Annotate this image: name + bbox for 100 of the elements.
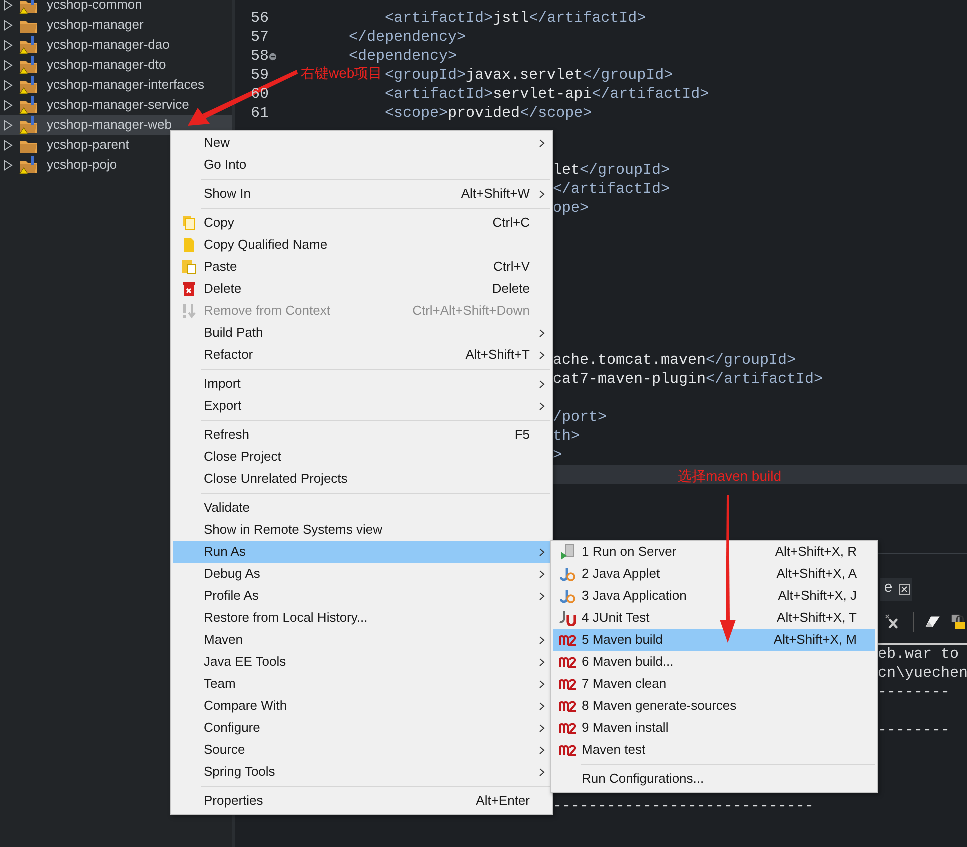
shortcut-text: Alt+Shift+T — [466, 346, 530, 364]
menu-item[interactable]: Show in Remote Systems view — [173, 519, 550, 541]
tree-item[interactable]: ycshop-manager — [0, 15, 232, 35]
console-tab[interactable]: e — [880, 578, 912, 601]
shortcut-text: Delete — [492, 280, 530, 298]
expander-icon[interactable] — [4, 140, 13, 150]
menu-item[interactable]: Import — [173, 373, 550, 395]
shortcut-text: Ctrl+C — [492, 214, 530, 232]
menu-item[interactable]: Configure — [173, 717, 550, 739]
expander-icon[interactable] — [4, 60, 13, 70]
expander-icon[interactable] — [4, 20, 13, 30]
menu-item[interactable]: 6 Maven build... — [553, 651, 875, 673]
shortcut-text: Ctrl+Alt+Shift+Down — [412, 302, 530, 320]
line-number: 57 — [250, 28, 269, 47]
code-line: /port> — [553, 408, 608, 427]
menu-item[interactable]: Build Path — [173, 322, 550, 344]
menu-item[interactable]: Close Project — [173, 446, 550, 468]
expander-icon[interactable] — [4, 40, 13, 50]
menu-item[interactable]: 4 JUnit Test Alt+Shift+X, T — [553, 607, 875, 629]
code-line: th> — [553, 427, 580, 446]
line-number: 60 — [250, 85, 269, 104]
close-icon[interactable] — [899, 584, 910, 595]
code-line: ache.tomcat.maven</groupId> — [553, 351, 796, 370]
menu-item[interactable]: Run As — [173, 541, 550, 563]
menu-item[interactable]: Copy Qualified Name — [173, 234, 550, 256]
menu-item[interactable]: Profile As — [173, 585, 550, 607]
shortcut-text: Alt+Shift+X, J — [778, 587, 857, 606]
menu-item[interactable]: 8 Maven generate-sources — [553, 695, 875, 717]
menu-item[interactable]: Refactor Alt+Shift+T — [173, 344, 550, 366]
menu-item[interactable]: Paste Ctrl+V — [173, 256, 550, 278]
maven-icon — [558, 656, 576, 668]
menu-item[interactable]: Show In Alt+Shift+W — [173, 183, 550, 205]
maven-icon — [558, 634, 576, 646]
menu-item[interactable]: Properties Alt+Enter — [173, 790, 550, 812]
menu-item[interactable]: 9 Maven install — [553, 717, 875, 739]
code-line: </dependency> — [349, 28, 466, 47]
menu-item[interactable]: 3 Java Application Alt+Shift+X, J — [553, 585, 875, 607]
code-line: cat7-maven-plugin</artifactId> — [553, 370, 824, 389]
menu-item[interactable]: Source — [173, 739, 550, 761]
maven-icon — [558, 700, 576, 712]
code-line: let</groupId> — [553, 161, 670, 180]
shortcut-text: Alt+Shift+X, A — [776, 565, 857, 584]
scroll-lock-icon[interactable] — [951, 613, 967, 631]
console-text: ----------------------------- — [553, 798, 814, 815]
code-line: <dependency> — [349, 47, 458, 66]
expander-icon[interactable] — [4, 100, 13, 110]
expander-icon[interactable] — [4, 80, 13, 90]
shortcut-text: F5 — [514, 426, 530, 444]
shortcut-text: Alt+Shift+X, M — [774, 631, 857, 650]
menu-item[interactable]: Java EE Tools — [173, 651, 550, 673]
java-icon — [560, 566, 576, 582]
maven-icon — [558, 678, 576, 690]
code-line: <scope>provided</scope> — [385, 104, 592, 123]
tree-item[interactable]: ycshop-common — [0, 0, 232, 15]
menu-item[interactable]: Run Configurations... — [553, 768, 875, 790]
menu-item[interactable]: Delete Delete — [173, 278, 550, 300]
tree-item[interactable]: ycshop-manager-interfaces — [0, 75, 232, 95]
menu-item[interactable]: Refresh F5 — [173, 424, 550, 446]
copy-icon — [182, 215, 196, 231]
paste-icon — [180, 259, 196, 275]
shortcut-text: Alt+Shift+X, R — [775, 543, 857, 562]
menu-item[interactable]: Validate — [173, 497, 550, 519]
console-text: -------- — [878, 722, 950, 739]
tree-item[interactable]: ycshop-manager-dao — [0, 35, 232, 55]
code-line: ope> — [553, 199, 590, 218]
menu-item[interactable]: Close Unrelated Projects — [173, 468, 550, 490]
server-icon — [560, 544, 576, 560]
code-line: <artifactId>jstl</artifactId> — [385, 9, 646, 28]
menu-item[interactable]: Go Into — [173, 154, 550, 176]
menu-item[interactable]: 2 Java Applet Alt+Shift+X, A — [553, 563, 875, 585]
maven-icon — [558, 744, 576, 756]
expander-icon[interactable] — [4, 120, 13, 130]
menu-item[interactable]: Team — [173, 673, 550, 695]
menu-item[interactable]: Debug As — [173, 563, 550, 585]
shortcut-text: Alt+Shift+W — [461, 185, 530, 204]
menu-item[interactable]: Spring Tools — [173, 761, 550, 783]
menu-item[interactable]: Copy Ctrl+C — [173, 212, 550, 234]
expander-icon[interactable] — [4, 160, 13, 170]
menu-item[interactable]: Maven test — [553, 739, 875, 761]
maven-icon — [558, 722, 576, 734]
code-line: <artifactId>servlet-api</artifactId> — [385, 85, 710, 104]
menu-item[interactable]: 7 Maven clean — [553, 673, 875, 695]
menu-item[interactable]: Maven — [173, 629, 550, 651]
java-icon — [560, 588, 576, 604]
eraser-icon[interactable] — [924, 614, 942, 630]
shortcut-text: Alt+Enter — [476, 792, 530, 810]
expander-icon[interactable] — [4, 0, 13, 10]
tree-item[interactable]: ycshop-manager-dto — [0, 55, 232, 75]
menu-item[interactable]: Restore from Local History... — [173, 607, 550, 629]
menu-item[interactable]: New — [173, 132, 550, 154]
console-text: -------- — [878, 684, 950, 701]
menu-item[interactable]: Compare With — [173, 695, 550, 717]
menu-item[interactable]: 1 Run on Server Alt+Shift+X, R — [553, 541, 875, 563]
trash-icon — [182, 281, 194, 297]
menu-item[interactable]: Export — [173, 395, 550, 417]
fold-icon[interactable] — [269, 52, 277, 60]
menu-item[interactable]: 5 Maven build Alt+Shift+X, M — [553, 629, 875, 651]
line-number: 58 — [250, 47, 269, 66]
shortcut-text: Alt+Shift+X, T — [777, 609, 857, 628]
tree-item[interactable]: ycshop-manager-service — [0, 95, 232, 115]
